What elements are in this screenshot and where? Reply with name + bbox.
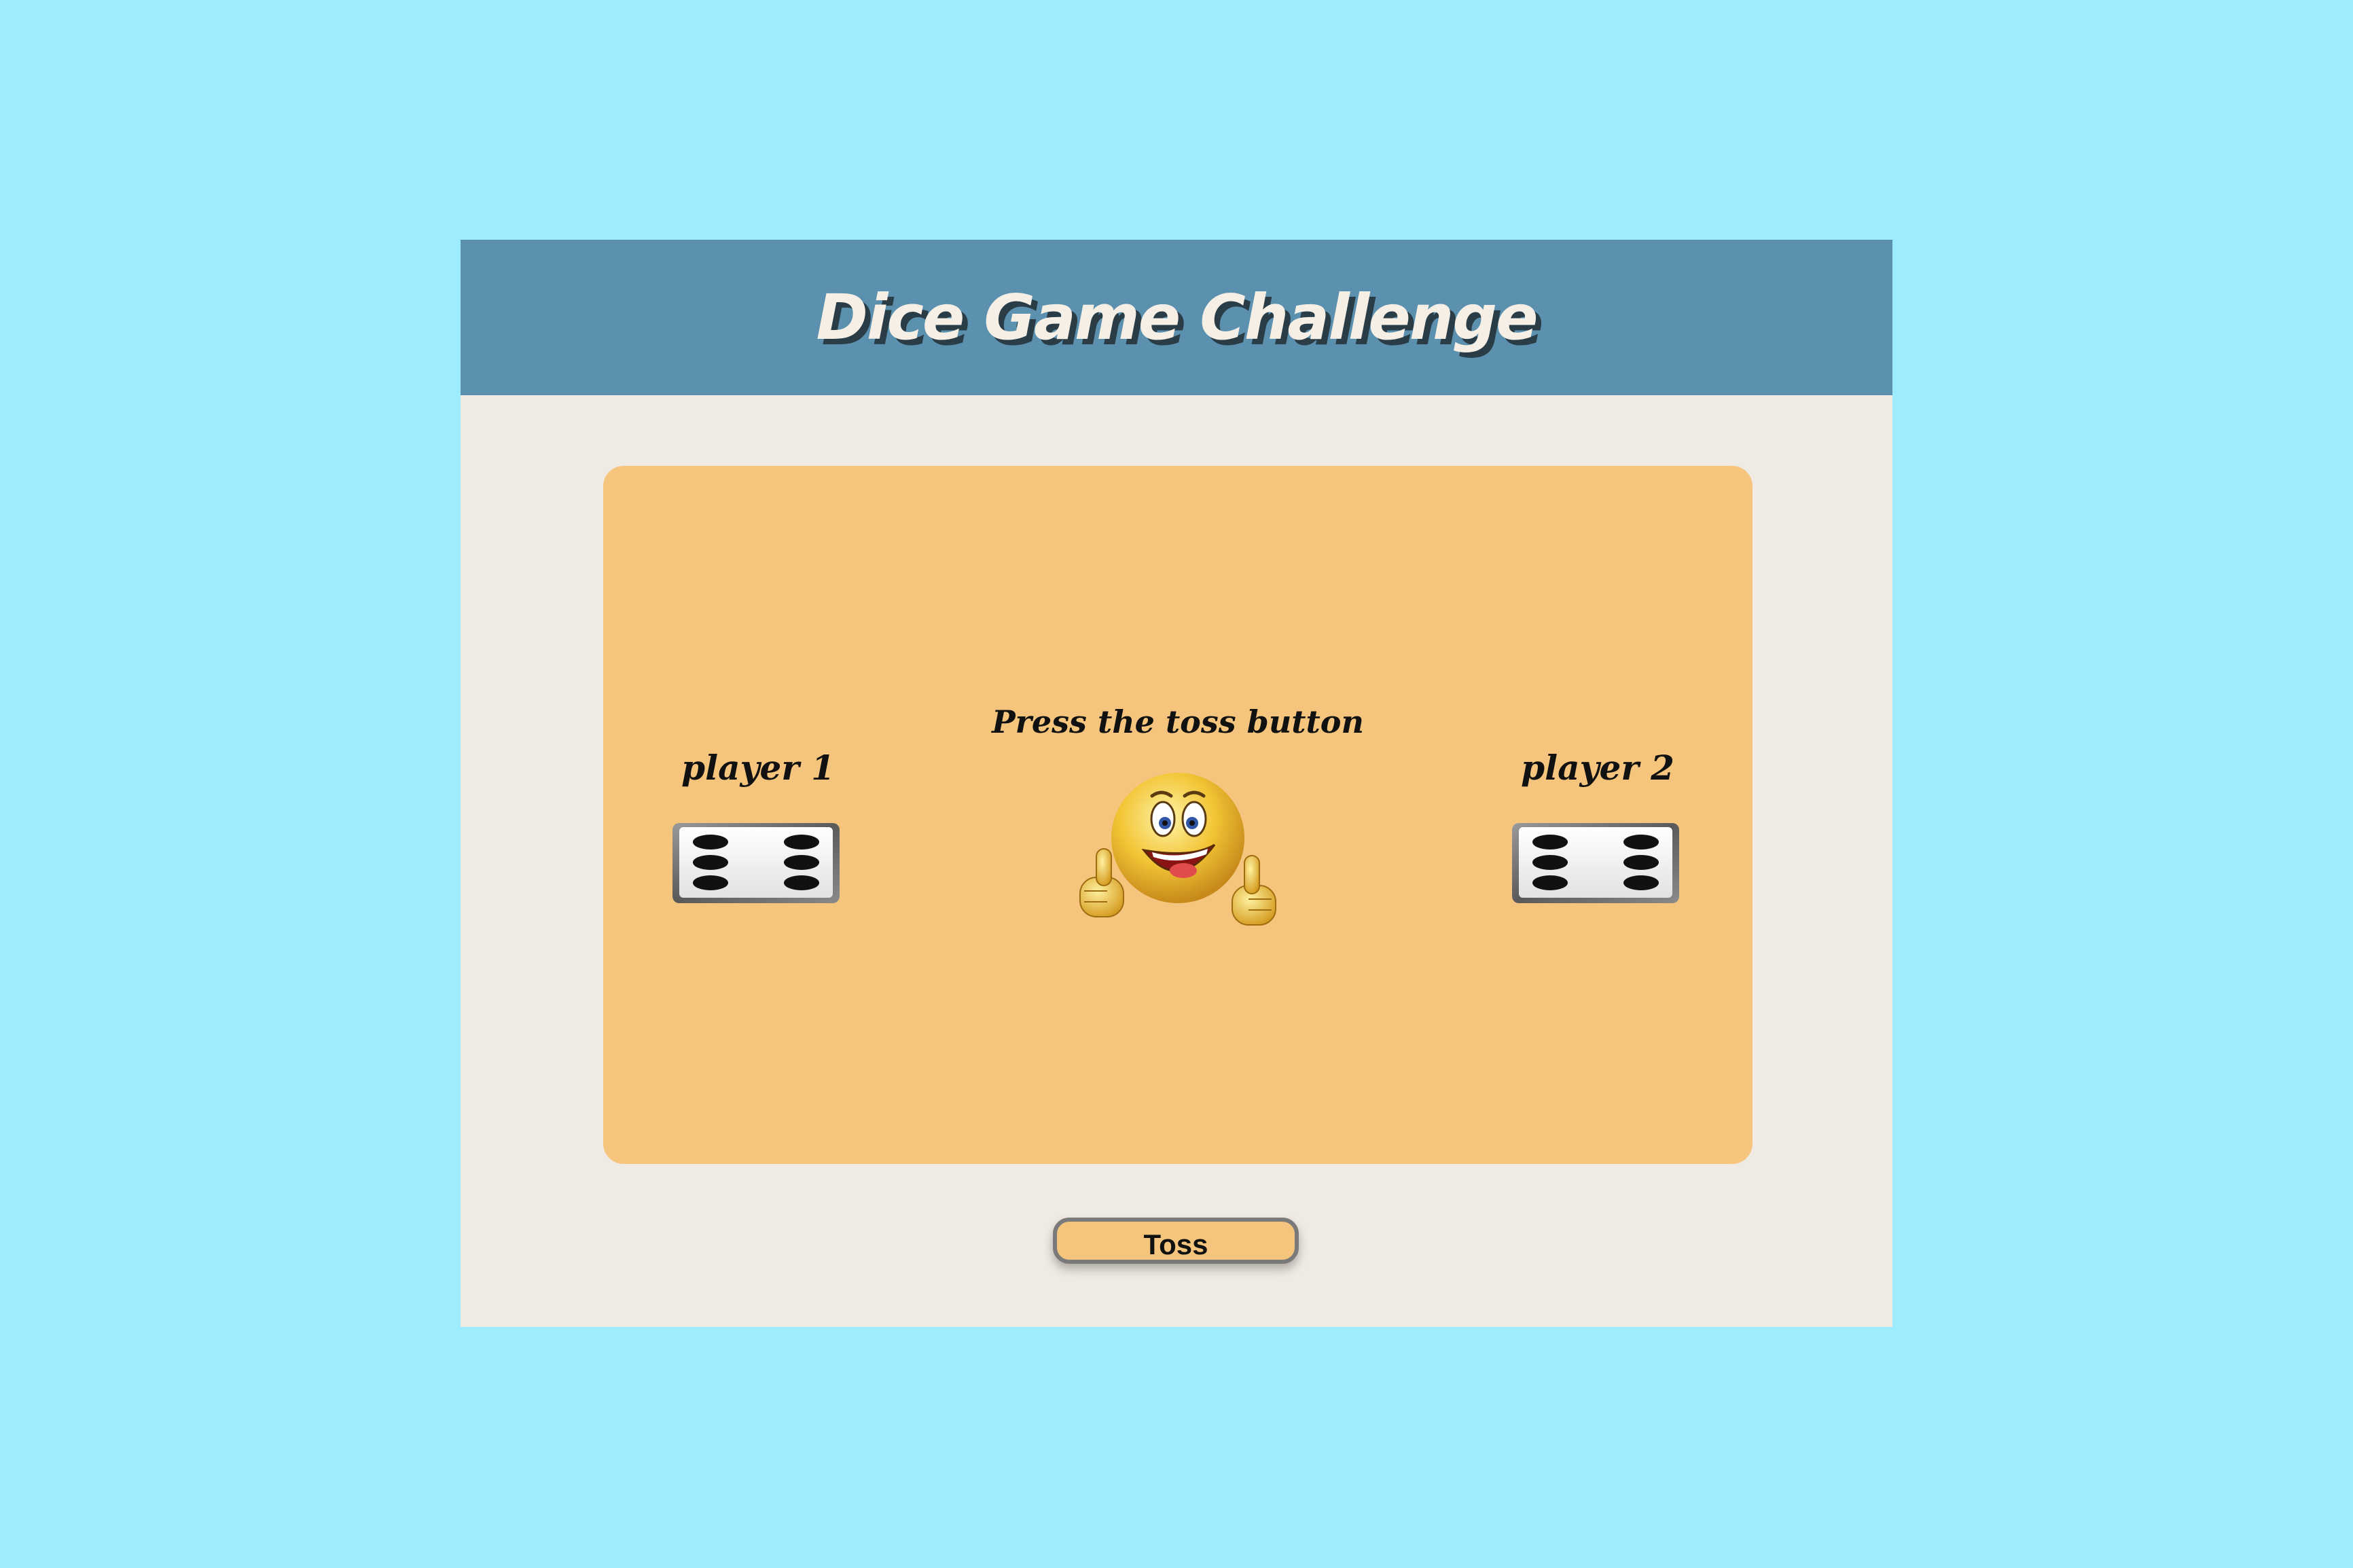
toss-button[interactable]: Toss [1053,1218,1299,1264]
die-pip [784,835,819,850]
die-pip [1532,875,1568,890]
die-pip [784,855,819,870]
header-bar: Dice Game Challenge [461,240,1892,395]
player-2-label: player 2 [1521,748,1674,788]
die-pip [1623,855,1659,870]
die-pip [784,875,819,890]
player-1-label: player 1 [681,748,835,788]
thumbs-up-smiley-icon [1079,773,1276,926]
player-1-die [672,823,840,903]
status-message: Press the toss button [992,704,1364,740]
game-window: Dice Game Challenge Press the toss butto… [461,240,1892,1327]
die-pip [1532,855,1568,870]
die-pip [1623,835,1659,850]
die-pip [1623,875,1659,890]
die-pip [1532,835,1568,850]
page-title: Dice Game Challenge [816,281,1538,354]
game-board: Press the toss button player 1 player 2 [603,466,1753,1164]
die-pip [693,855,728,870]
player-2-die [1512,823,1679,903]
die-pip [693,875,728,890]
die-pip [693,835,728,850]
